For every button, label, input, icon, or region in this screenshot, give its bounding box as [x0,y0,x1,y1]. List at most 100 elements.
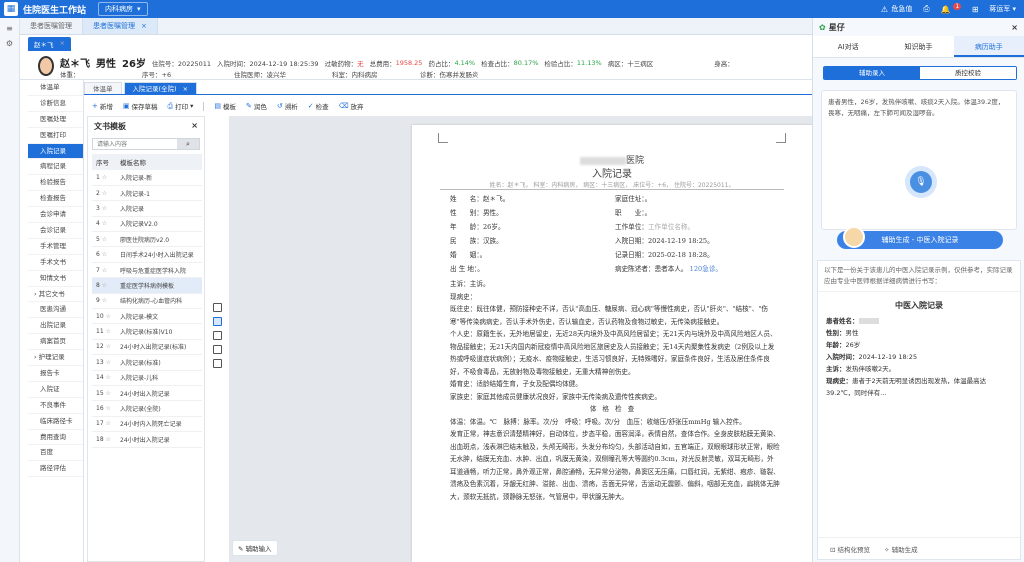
tab-orders-2[interactable]: 患者医嘱管理 × [83,18,158,34]
sidenav-item[interactable]: 医患沟通 [28,302,83,319]
sidenav-item[interactable]: 知情文书 [28,271,83,287]
search-input[interactable] [93,139,177,149]
grid-icon[interactable]: ⊞ [970,4,980,14]
vitals[interactable]: 体温：体温。℃ 脉搏：脉率。次/分 呼吸：呼吸。次/分 血压：收缩压/舒张压mm… [450,416,780,429]
print-icon[interactable]: ⎙ [921,4,931,14]
sidenav-item[interactable]: › 护理记录 [28,350,83,367]
tab-knowledge[interactable]: 知识助手 [883,36,953,57]
field-value[interactable]: 2025-02-18 18:28。 [648,251,714,259]
assist-generate-button[interactable]: ✧ 辅助生成 [884,544,918,554]
field-value[interactable]: 男性。 [483,209,503,217]
table-row[interactable]: 5 ☆ 廖医住院病历v2.0 [92,231,202,248]
field-value[interactable]: 。 [480,251,487,259]
field-value[interactable]: 赵＊飞。 [483,195,509,203]
sidenav-item[interactable]: 入院证 [28,382,83,398]
field-value[interactable]: 患者本人。 [655,265,688,273]
table-row[interactable]: 7 ☆ 呼吸与危重症医学科入院 [92,262,202,279]
list-doc-icon[interactable] [213,345,222,354]
sidenav-item[interactable]: 医嘱处理 [28,112,83,128]
star-icon[interactable]: ☆ [104,420,111,427]
document-icon[interactable] [213,317,222,326]
user-menu[interactable]: 蒋运军 ▾ [989,4,1016,14]
sidenav-item[interactable]: 病程记录 [28,159,83,176]
assist-input-button[interactable]: ✎ 辅助输入 [232,540,278,556]
table-row[interactable]: 9 ☆ 结构化病历-心血管内科 [92,293,202,310]
dept-selector[interactable]: 内科病房 ▾ [98,2,148,16]
table-row[interactable]: 4 ☆ 入院记录V2.0 [92,216,202,233]
sidenav-item[interactable]: 费用查询 [28,430,83,446]
patient-tab[interactable]: 赵＊飞 × [28,36,71,51]
sidenav-item[interactable]: 报告卡 [28,366,83,382]
sidenav-item[interactable]: 会诊申请 [28,207,83,224]
field-value[interactable]: 汉族。 [483,237,503,245]
table-row[interactable]: 8 ☆ 重症医学科病例模板 [92,277,202,294]
field-value[interactable]: 。 [645,195,652,203]
sidenav-item[interactable]: › 其它文书 [28,287,83,303]
table-row[interactable]: 14 ☆ 入院记录-儿科 [92,370,202,386]
check-button[interactable]: ✓ 检查 [308,101,329,111]
field-value[interactable]: 。 [477,265,484,273]
menu-icon[interactable]: ≡ [0,24,19,33]
doc-body[interactable]: 姓 名：赵＊飞。 家庭住址：。 性 别：男性。 职 业：。 年 龄：26岁。 工… [450,193,780,503]
structured-preview-button[interactable]: ⊡ 结构化预览 [830,544,870,554]
microphone-icon[interactable]: 🎙 [910,171,932,193]
settings-icon[interactable]: ⚙ [0,39,19,48]
star-icon[interactable]: ☆ [100,190,107,197]
star-icon[interactable]: ☆ [100,282,107,289]
new-button[interactable]: + 新增 [92,101,113,111]
edit-doc-icon[interactable] [213,331,222,340]
sidenav-item[interactable]: 不良事件 [28,398,83,414]
star-icon[interactable]: ☆ [104,359,111,366]
discard-button[interactable]: ⌫ 放弃 [339,101,364,111]
present-illness[interactable]: 现病史： [450,291,780,304]
tab-orders[interactable]: 患者医嘱管理 [20,18,83,34]
star-icon[interactable]: ☆ [104,390,111,397]
sidenav-item[interactable]: 出院记录 [28,318,83,335]
star-icon[interactable]: ☆ [100,236,107,243]
sidenav-item[interactable]: 会诊记录 [28,223,83,239]
bell-icon[interactable]: 🔔 [940,4,950,14]
table-row[interactable]: 6 ☆ 日间手术24小时入出院记录 [92,246,202,263]
star-icon[interactable]: ☆ [100,297,107,304]
marital-history[interactable]: 婚育史：适龄结婚生育，子女及配偶均体健。 [450,378,780,391]
chief-complaint[interactable]: 主诉：主诉。 [450,278,780,291]
star-icon[interactable]: ☆ [100,220,107,227]
sidenav-item[interactable]: 体温单 [28,80,83,96]
table-row[interactable]: 1 ☆ 入院记录-新 [92,170,202,186]
critical-value-button[interactable]: ⚠ 危急值 [879,4,913,14]
table-row[interactable]: 2 ☆ 入院记录-1 [92,185,202,202]
star-icon[interactable]: ☆ [100,251,107,258]
sidenav-item[interactable]: 入院记录 [28,143,83,160]
table-row[interactable]: 13 ☆ 入院记录(标准) [92,354,202,371]
field-value[interactable]: 2024-12-19 18:25。 [648,237,714,245]
sidenav-item[interactable]: 诊断信息 [28,96,83,112]
sidenav-item[interactable]: 百度 [28,445,83,462]
close-icon[interactable]: × [191,121,198,132]
star-icon[interactable]: ☆ [104,436,111,443]
sidenav-item[interactable]: 检查报告 [28,191,83,208]
sidenav-item[interactable]: 手术管理 [28,239,83,255]
save-draft-button[interactable]: ▣ 保存草稿 [123,101,158,111]
note-textarea[interactable]: 患者男性，26岁，发热伴咳嗽、咳痰2天入院。体温39.2度，畏寒，无咽痛，左下肺… [821,90,1017,230]
table-row[interactable]: 3 ☆ 入院记录 [92,200,202,217]
polish-button[interactable]: ✎ 润色 [246,101,267,111]
past-history[interactable]: 既往史：既往体健，预防接种史不详，否认"高血压、糖尿病、冠心病"等慢性病史，否认… [450,303,780,328]
close-icon[interactable]: × [183,83,188,94]
sidenav-item[interactable]: 检验报告 [28,175,83,192]
table-row[interactable]: 16 ☆ 入院记录(全院) [92,400,202,417]
star-icon[interactable]: ☆ [100,174,107,181]
segment-assist-input[interactable]: 辅助录入 [824,67,920,79]
sidenav-item[interactable]: 病案首页 [28,334,83,351]
personal-history[interactable]: 个人史：原籍生长，无外地居留史，无近28天内境外及中高风险居留史；无21天内与境… [450,328,780,378]
table-row[interactable]: 18 ☆ 24小时出入院记录 [92,431,202,448]
clipboard-icon[interactable] [213,303,222,312]
star-icon[interactable]: ☆ [104,374,111,381]
sidenav-item[interactable]: 临床路径卡 [28,414,83,430]
sidenav-item[interactable]: 手术文书 [28,255,83,271]
search-icon[interactable]: ⌕ [177,139,199,149]
tab-temperature[interactable]: 体温单 [84,82,122,94]
star-icon[interactable]: ☆ [104,343,111,350]
physical-exam[interactable]: 发育正常，神志意识清楚精神好，自动体位，步态平稳，面容润泽，表情自然，查体合作。… [450,428,780,503]
star-icon[interactable]: ☆ [100,267,107,274]
field-value[interactable]: 26岁。 [483,223,505,231]
